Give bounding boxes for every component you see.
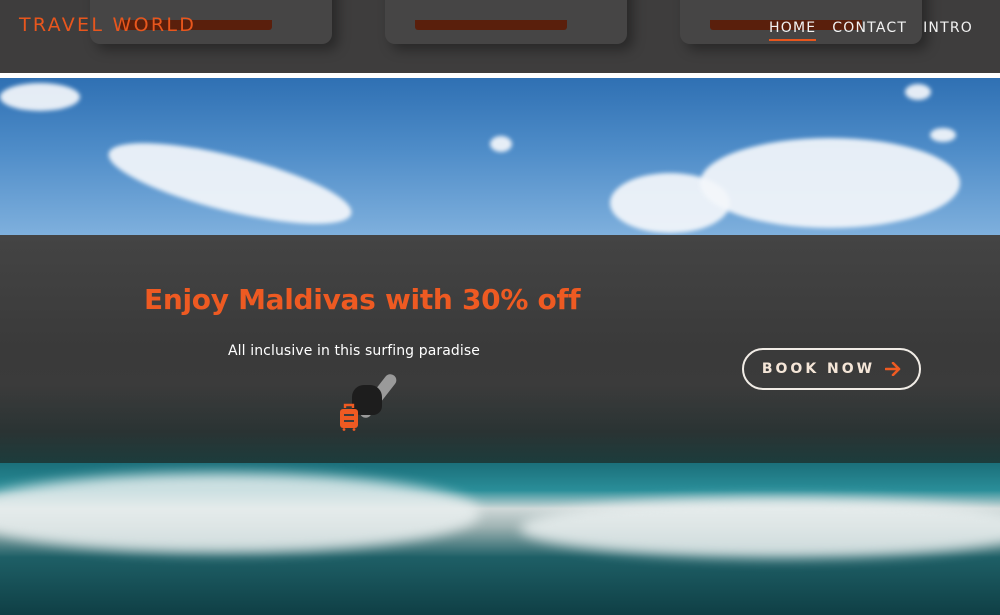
nav-intro[interactable]: INTRO	[923, 20, 973, 40]
cloud	[905, 84, 931, 100]
promo-subtitle: All inclusive in this surfing paradise	[228, 343, 481, 359]
arrow-right-icon	[885, 362, 901, 376]
promo-band: Enjoy Maldivas with 30% off All inclusiv…	[0, 235, 1000, 463]
card-ghost	[385, 0, 627, 44]
cloud	[700, 138, 960, 228]
site-header: TRAVEL WORLD HOME CONTACT INTRO	[0, 0, 1000, 73]
band-wave	[0, 385, 1000, 463]
luggage-icon	[340, 403, 358, 431]
book-now-label: BOOK NOW	[761, 361, 876, 377]
nav-home[interactable]: HOME	[769, 20, 817, 41]
cloud	[0, 83, 80, 111]
book-now-button[interactable]: BOOK NOW	[742, 348, 921, 390]
hero-section: Enjoy Maldivas with 30% off All inclusiv…	[0, 78, 1000, 615]
main-nav: HOME CONTACT INTRO	[769, 20, 973, 41]
cloud	[930, 128, 956, 142]
card-bar	[415, 20, 567, 30]
cloud	[490, 136, 512, 152]
nav-contact[interactable]: CONTACT	[832, 20, 907, 40]
promo-title: Enjoy Maldivas with 30% off	[144, 283, 581, 316]
brand-logo[interactable]: TRAVEL WORLD	[19, 14, 196, 36]
